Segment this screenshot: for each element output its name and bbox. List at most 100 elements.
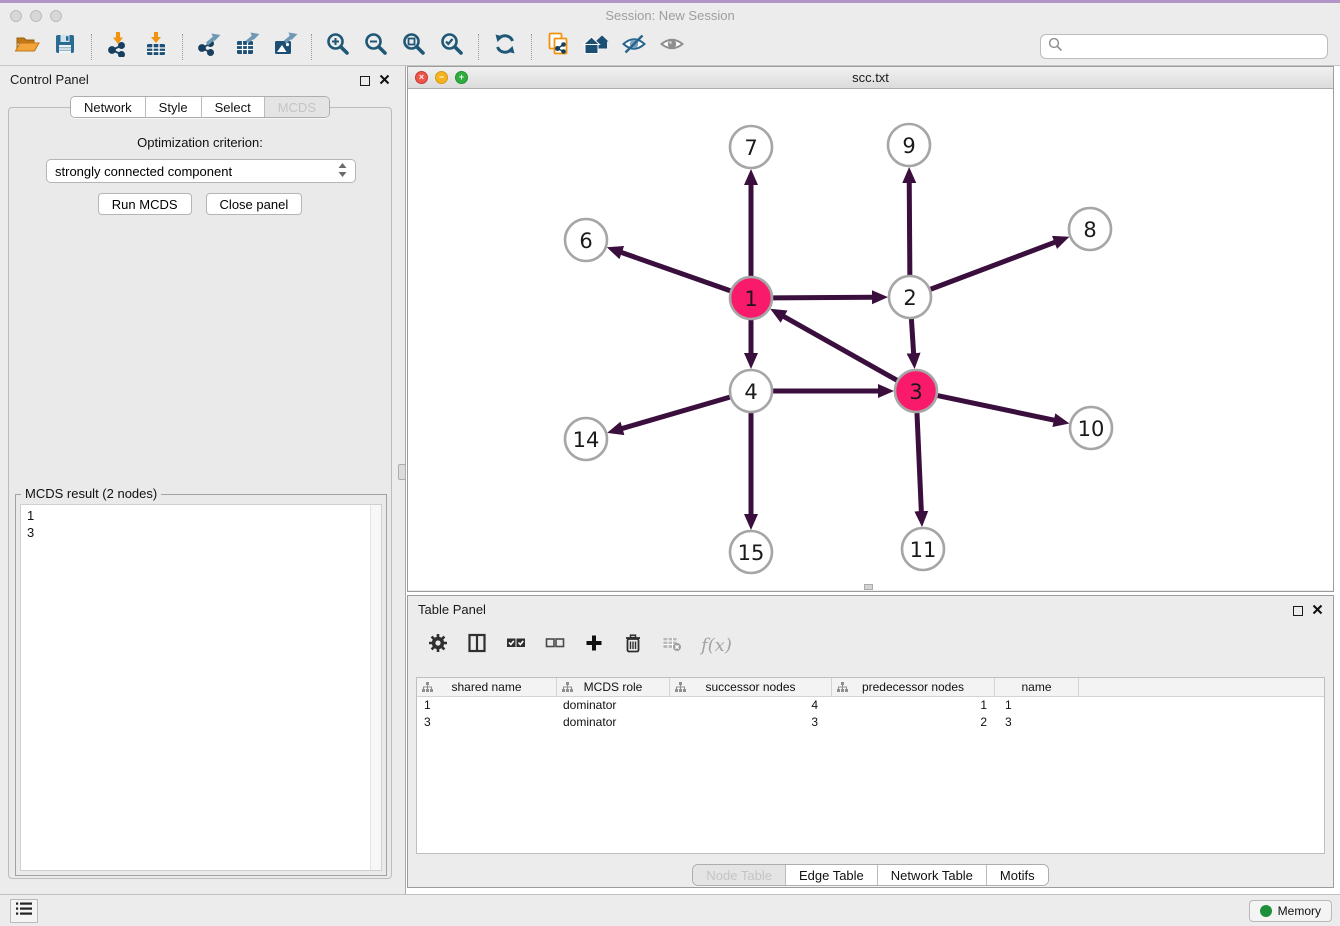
zoom-out-button[interactable] bbox=[357, 32, 395, 62]
tab-node-table[interactable]: Node Table bbox=[693, 865, 785, 885]
graph-node-4[interactable]: 4 bbox=[730, 370, 772, 412]
graph-edge-3-10[interactable] bbox=[938, 396, 1055, 421]
open-ndex-button[interactable] bbox=[577, 32, 615, 62]
frame-close-button[interactable]: × bbox=[415, 71, 428, 84]
graph-edge-2-9[interactable] bbox=[909, 182, 910, 275]
table-row[interactable]: 1dominator411 bbox=[417, 697, 1324, 714]
memory-status-icon bbox=[1260, 905, 1272, 917]
table-cell[interactable]: 1 bbox=[832, 697, 995, 714]
table-cell[interactable]: 3 bbox=[995, 714, 1079, 731]
svg-text:6: 6 bbox=[579, 229, 592, 253]
graph-node-6[interactable]: 6 bbox=[565, 219, 607, 261]
graph-edge-3-1[interactable] bbox=[783, 316, 897, 380]
column-header-mcds-role[interactable]: MCDS role bbox=[557, 678, 670, 696]
search-input[interactable] bbox=[1063, 37, 1327, 57]
column-header-name[interactable]: name bbox=[995, 678, 1079, 696]
zoom-selected-button[interactable] bbox=[433, 32, 471, 62]
table-cell[interactable]: 3 bbox=[417, 714, 557, 731]
zoom-in-button[interactable] bbox=[319, 32, 357, 62]
graph-node-14[interactable]: 14 bbox=[565, 418, 607, 460]
tab-mcds[interactable]: MCDS bbox=[264, 97, 329, 117]
tab-style[interactable]: Style bbox=[145, 97, 201, 117]
splitter-grip[interactable] bbox=[398, 464, 406, 480]
close-table-panel-icon[interactable] bbox=[1312, 602, 1323, 620]
window-focus-strip bbox=[0, 0, 1340, 3]
frame-minimize-button[interactable]: − bbox=[435, 71, 448, 84]
result-scrollbar[interactable] bbox=[370, 505, 381, 870]
memory-button[interactable]: Memory bbox=[1249, 900, 1332, 922]
graph-node-10[interactable]: 10 bbox=[1070, 407, 1112, 449]
svg-text:4: 4 bbox=[744, 380, 757, 404]
network-window-titlebar[interactable]: × − + scc.txt bbox=[408, 67, 1333, 89]
open-session-button[interactable] bbox=[8, 32, 46, 62]
graph-node-15[interactable]: 15 bbox=[730, 531, 772, 573]
column-header-successor-nodes[interactable]: successor nodes bbox=[670, 678, 832, 696]
tab-network-table[interactable]: Network Table bbox=[877, 865, 986, 885]
show-all-button[interactable] bbox=[653, 32, 691, 62]
table-cell[interactable]: 1 bbox=[995, 697, 1079, 714]
control-panel-title: Control Panel bbox=[10, 72, 89, 87]
create-column-button[interactable] bbox=[584, 633, 604, 658]
graph-edge-1-2[interactable] bbox=[773, 297, 873, 298]
unselect-all-columns-button[interactable] bbox=[545, 633, 565, 658]
close-panel-icon[interactable] bbox=[379, 72, 390, 90]
plus-icon bbox=[584, 633, 604, 658]
task-history-button[interactable] bbox=[10, 899, 38, 923]
graph-node-9[interactable]: 9 bbox=[888, 124, 930, 166]
tab-select[interactable]: Select bbox=[201, 97, 264, 117]
checked-boxes-icon bbox=[506, 633, 526, 658]
zoom-fit-button[interactable] bbox=[395, 32, 433, 62]
search-field[interactable] bbox=[1040, 34, 1328, 59]
tab-network[interactable]: Network bbox=[71, 97, 145, 117]
tab-edge-table[interactable]: Edge Table bbox=[785, 865, 877, 885]
hide-selected-button[interactable] bbox=[615, 32, 653, 62]
delete-columns-button[interactable] bbox=[623, 633, 643, 658]
graph-node-2[interactable]: 2 bbox=[889, 276, 931, 318]
import-table-button[interactable] bbox=[137, 32, 175, 62]
copy-view-button[interactable] bbox=[539, 32, 577, 62]
frame-resize-grip[interactable] bbox=[864, 584, 873, 590]
network-canvas[interactable]: 7 9 6 8 1 2 4 3 14 10 15 11 bbox=[408, 89, 1333, 590]
table-cell[interactable]: 2 bbox=[832, 714, 995, 731]
shared-column-icon bbox=[562, 682, 573, 696]
mcds-result-textarea[interactable]: 13 bbox=[20, 504, 382, 871]
graph-node-1[interactable]: 1 bbox=[730, 277, 772, 319]
table-cell[interactable]: 4 bbox=[670, 697, 832, 714]
column-header-shared-name[interactable]: shared name bbox=[417, 678, 557, 696]
graph-edge-1-6[interactable] bbox=[621, 252, 730, 290]
show-columns-button[interactable] bbox=[467, 633, 487, 658]
run-mcds-button[interactable]: Run MCDS bbox=[98, 193, 192, 215]
tab-motifs[interactable]: Motifs bbox=[986, 865, 1048, 885]
export-network-button[interactable] bbox=[190, 32, 228, 62]
table-row[interactable]: 3dominator323 bbox=[417, 714, 1324, 731]
float-panel-icon[interactable] bbox=[360, 76, 370, 86]
refresh-view-button[interactable] bbox=[486, 32, 524, 62]
table-options-button[interactable] bbox=[428, 633, 448, 658]
table-cell[interactable]: 1 bbox=[417, 697, 557, 714]
graph-edge-2-8[interactable] bbox=[931, 242, 1056, 289]
graph-node-8[interactable]: 8 bbox=[1069, 208, 1111, 250]
column-header-predecessor-nodes[interactable]: predecessor nodes bbox=[832, 678, 995, 696]
graph-node-3[interactable]: 3 bbox=[895, 370, 937, 412]
export-table-button[interactable] bbox=[228, 32, 266, 62]
graph-node-11[interactable]: 11 bbox=[902, 528, 944, 570]
table-cell[interactable]: dominator bbox=[557, 714, 670, 731]
export-image-button[interactable] bbox=[266, 32, 304, 62]
import-network-button[interactable] bbox=[99, 32, 137, 62]
control-panel-tabs: NetworkStyleSelectMCDS bbox=[0, 96, 400, 118]
optimization-criterion-select[interactable]: strongly connected component bbox=[46, 159, 356, 183]
graph-node-7[interactable]: 7 bbox=[730, 126, 772, 168]
delete-table-button[interactable] bbox=[662, 633, 682, 658]
frame-maximize-button[interactable]: + bbox=[455, 71, 468, 84]
graph-edge-3-11[interactable] bbox=[917, 413, 921, 512]
select-all-columns-button[interactable] bbox=[506, 633, 526, 658]
table-cell[interactable]: 3 bbox=[670, 714, 832, 731]
zoom-in-icon bbox=[325, 31, 351, 62]
save-session-button[interactable] bbox=[46, 32, 84, 62]
function-builder-button[interactable]: f(x) bbox=[701, 635, 732, 656]
graph-edge-4-14[interactable] bbox=[622, 397, 730, 429]
float-table-panel-icon[interactable] bbox=[1293, 606, 1303, 616]
close-panel-button[interactable]: Close panel bbox=[206, 193, 303, 215]
table-cell[interactable]: dominator bbox=[557, 697, 670, 714]
graph-edge-2-3[interactable] bbox=[911, 319, 913, 354]
